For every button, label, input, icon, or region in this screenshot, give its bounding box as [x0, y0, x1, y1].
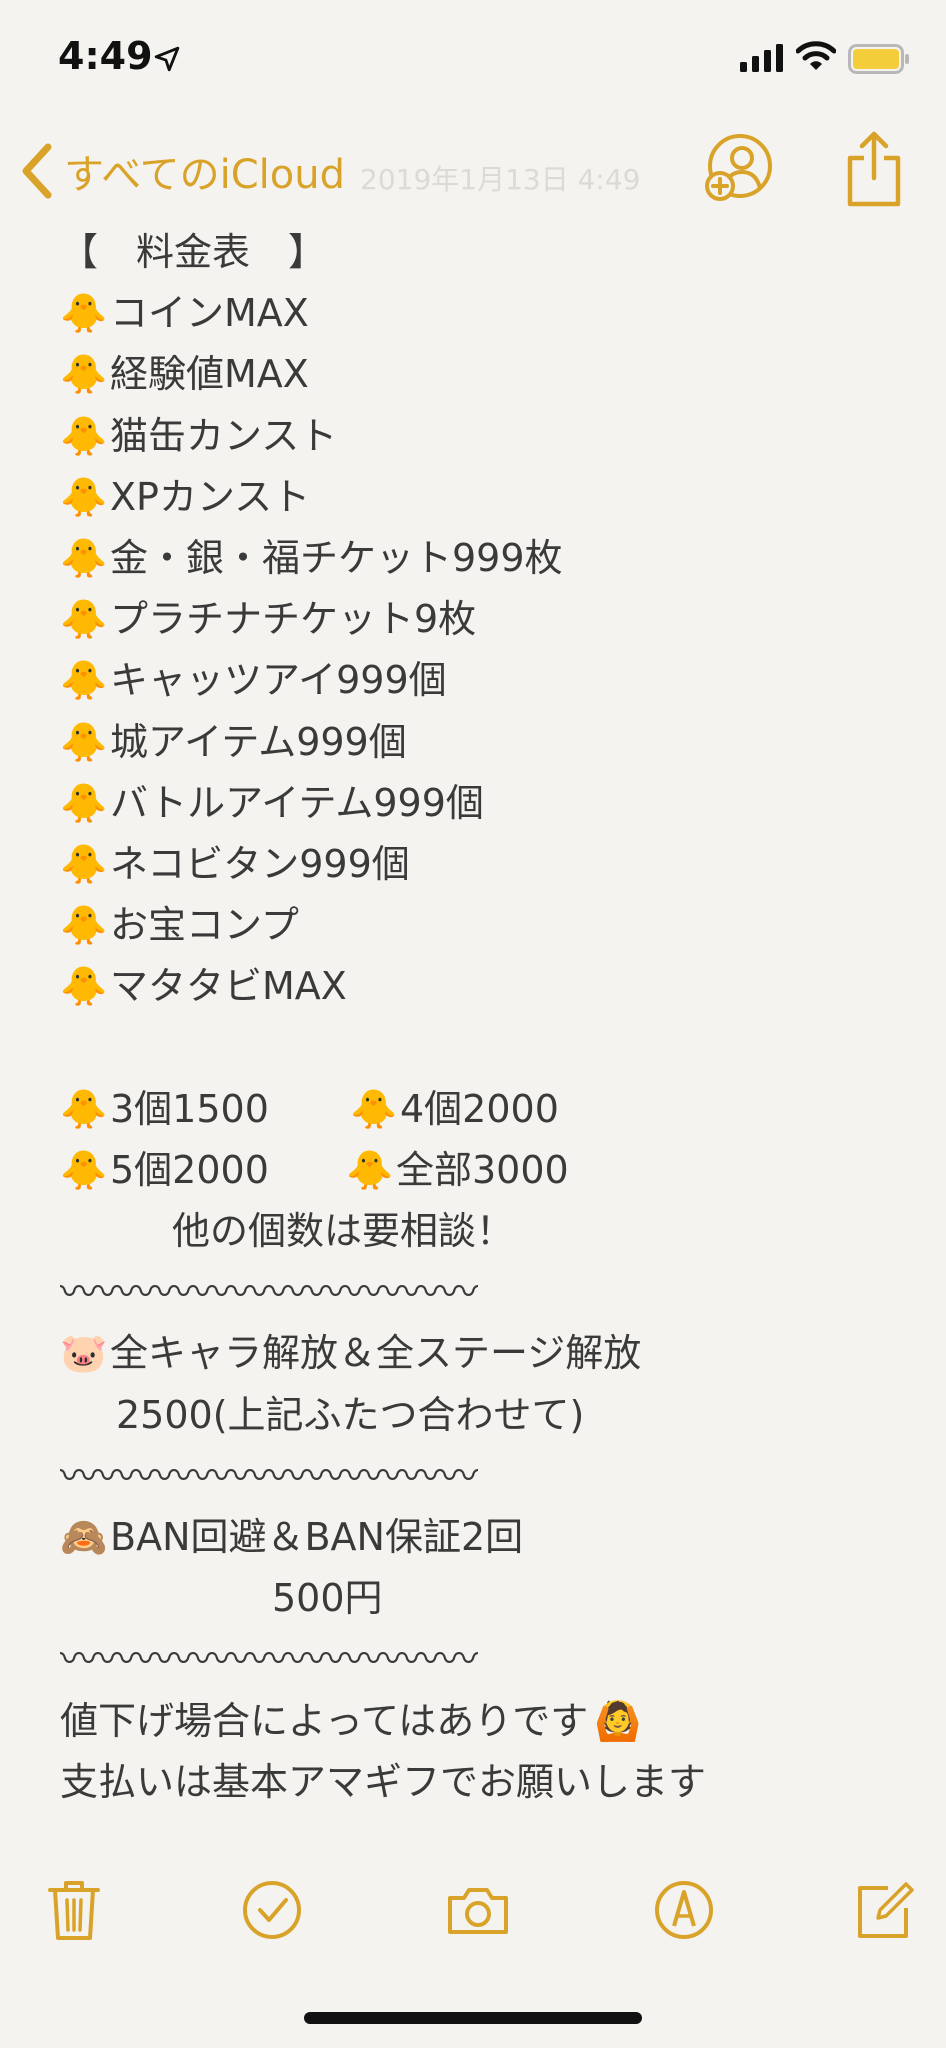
chick-emoji-icon: 🐥 — [60, 597, 108, 642]
chick-emoji-icon: 🐥 — [60, 658, 108, 703]
share-icon[interactable] — [846, 130, 902, 208]
chick-emoji-icon: 🐥 — [60, 1147, 108, 1192]
list-item: 🐥プラチナチケット9枚 — [60, 589, 900, 650]
trash-icon[interactable] — [42, 1878, 106, 1942]
footer-line: 支払いは基本アマギフでお願いします — [60, 1759, 707, 1804]
chick-emoji-icon: 🐥 — [60, 352, 108, 397]
list-item: 🐥お宝コンプ — [60, 895, 900, 956]
ban-price: 500円 — [272, 1576, 383, 1621]
price-cell: 🐥全部3000 — [346, 1140, 569, 1201]
chick-emoji-icon: 🐥 — [60, 413, 108, 458]
note-date: 2019年1月13日 4:49 — [360, 163, 641, 196]
wave-divider: 〰〰〰〰〰〰〰〰〰〰〰 — [60, 1637, 479, 1682]
add-person-icon[interactable] — [704, 132, 778, 202]
price-cell: 🐥4個2000 — [350, 1079, 559, 1140]
list-item: 🐥マタタビMAX — [60, 956, 900, 1017]
chick-emoji-icon: 🐥 — [60, 1086, 108, 1131]
chick-emoji-icon: 🐥 — [60, 841, 108, 886]
cellular-signal-icon — [740, 44, 783, 72]
list-item: 🐥XPカンスト — [60, 467, 900, 528]
wifi-icon — [796, 41, 836, 70]
ban-line: 🙈BAN回避＆BAN保証2回 — [60, 1507, 900, 1568]
status-time: 4:49 — [58, 34, 153, 78]
back-label: すべてのiCloud — [64, 152, 345, 198]
chevron-left-icon — [22, 143, 52, 199]
bottom-toolbar — [0, 1870, 946, 1960]
pen-circle-icon[interactable] — [652, 1878, 716, 1942]
chick-emoji-icon: 🐥 — [60, 291, 108, 336]
note-body[interactable]: 【 料金表 】 🐥コインMAX 🐥経験値MAX 🐥猫缶カンスト 🐥XPカンスト … — [60, 222, 900, 1813]
list-item: 🐥コインMAX — [60, 283, 900, 344]
ok-gesture-person-emoji-icon: 🙆 — [594, 1698, 642, 1743]
battery-icon — [848, 44, 909, 74]
list-item: 🐥ネコビタン999個 — [60, 834, 900, 895]
list-item: 🐥城アイテム999個 — [60, 712, 900, 773]
price-row: 🐥5個2000 🐥全部3000 — [60, 1140, 900, 1201]
camera-icon[interactable] — [446, 1878, 510, 1942]
chick-emoji-icon: 🐥 — [350, 1086, 398, 1131]
list-item: 🐥猫缶カンスト — [60, 406, 900, 467]
navigation-bar: すべてのiCloud 2019年1月13日 4:49 — [0, 118, 946, 218]
location-arrow-icon — [154, 46, 180, 72]
chick-emoji-icon: 🐥 — [60, 719, 108, 764]
list-item: 🐥経験値MAX — [60, 344, 900, 405]
list-item: 🐥キャッツアイ999個 — [60, 650, 900, 711]
chick-emoji-icon: 🐥 — [60, 903, 108, 948]
chick-emoji-icon: 🐥 — [346, 1147, 394, 1192]
wave-divider: 〰〰〰〰〰〰〰〰〰〰〰 — [60, 1270, 479, 1315]
checkmark-circle-icon[interactable] — [240, 1878, 304, 1942]
footer-line: 値下げ場合によってはありです 🙆 — [60, 1691, 900, 1752]
home-indicator[interactable] — [304, 2012, 642, 2024]
see-no-evil-monkey-emoji-icon: 🙈 — [60, 1514, 108, 1559]
chick-emoji-icon: 🐥 — [60, 535, 108, 580]
note-title: 【 料金表 】 — [60, 230, 327, 274]
pig-emoji-icon: 🐷 — [60, 1331, 108, 1376]
price-row: 🐥3個1500 🐥4個2000 — [60, 1079, 900, 1140]
unlock-line: 🐷全キャラ解放＆全ステージ解放 — [60, 1323, 900, 1384]
prices-note: 他の個数は要相談！ — [172, 1209, 515, 1253]
unlock-price: 2500(上記ふたつ合わせて) — [116, 1392, 585, 1437]
status-bar: 4:49 — [0, 0, 946, 118]
compose-icon[interactable] — [852, 1878, 916, 1942]
chick-emoji-icon: 🐥 — [60, 780, 108, 825]
chick-emoji-icon: 🐥 — [60, 474, 108, 519]
list-item: 🐥金・銀・福チケット999枚 — [60, 528, 900, 589]
list-item: 🐥バトルアイテム999個 — [60, 773, 900, 834]
back-button[interactable]: すべてのiCloud — [18, 136, 345, 206]
chick-emoji-icon: 🐥 — [60, 964, 108, 1009]
wave-divider: 〰〰〰〰〰〰〰〰〰〰〰 — [60, 1453, 479, 1498]
